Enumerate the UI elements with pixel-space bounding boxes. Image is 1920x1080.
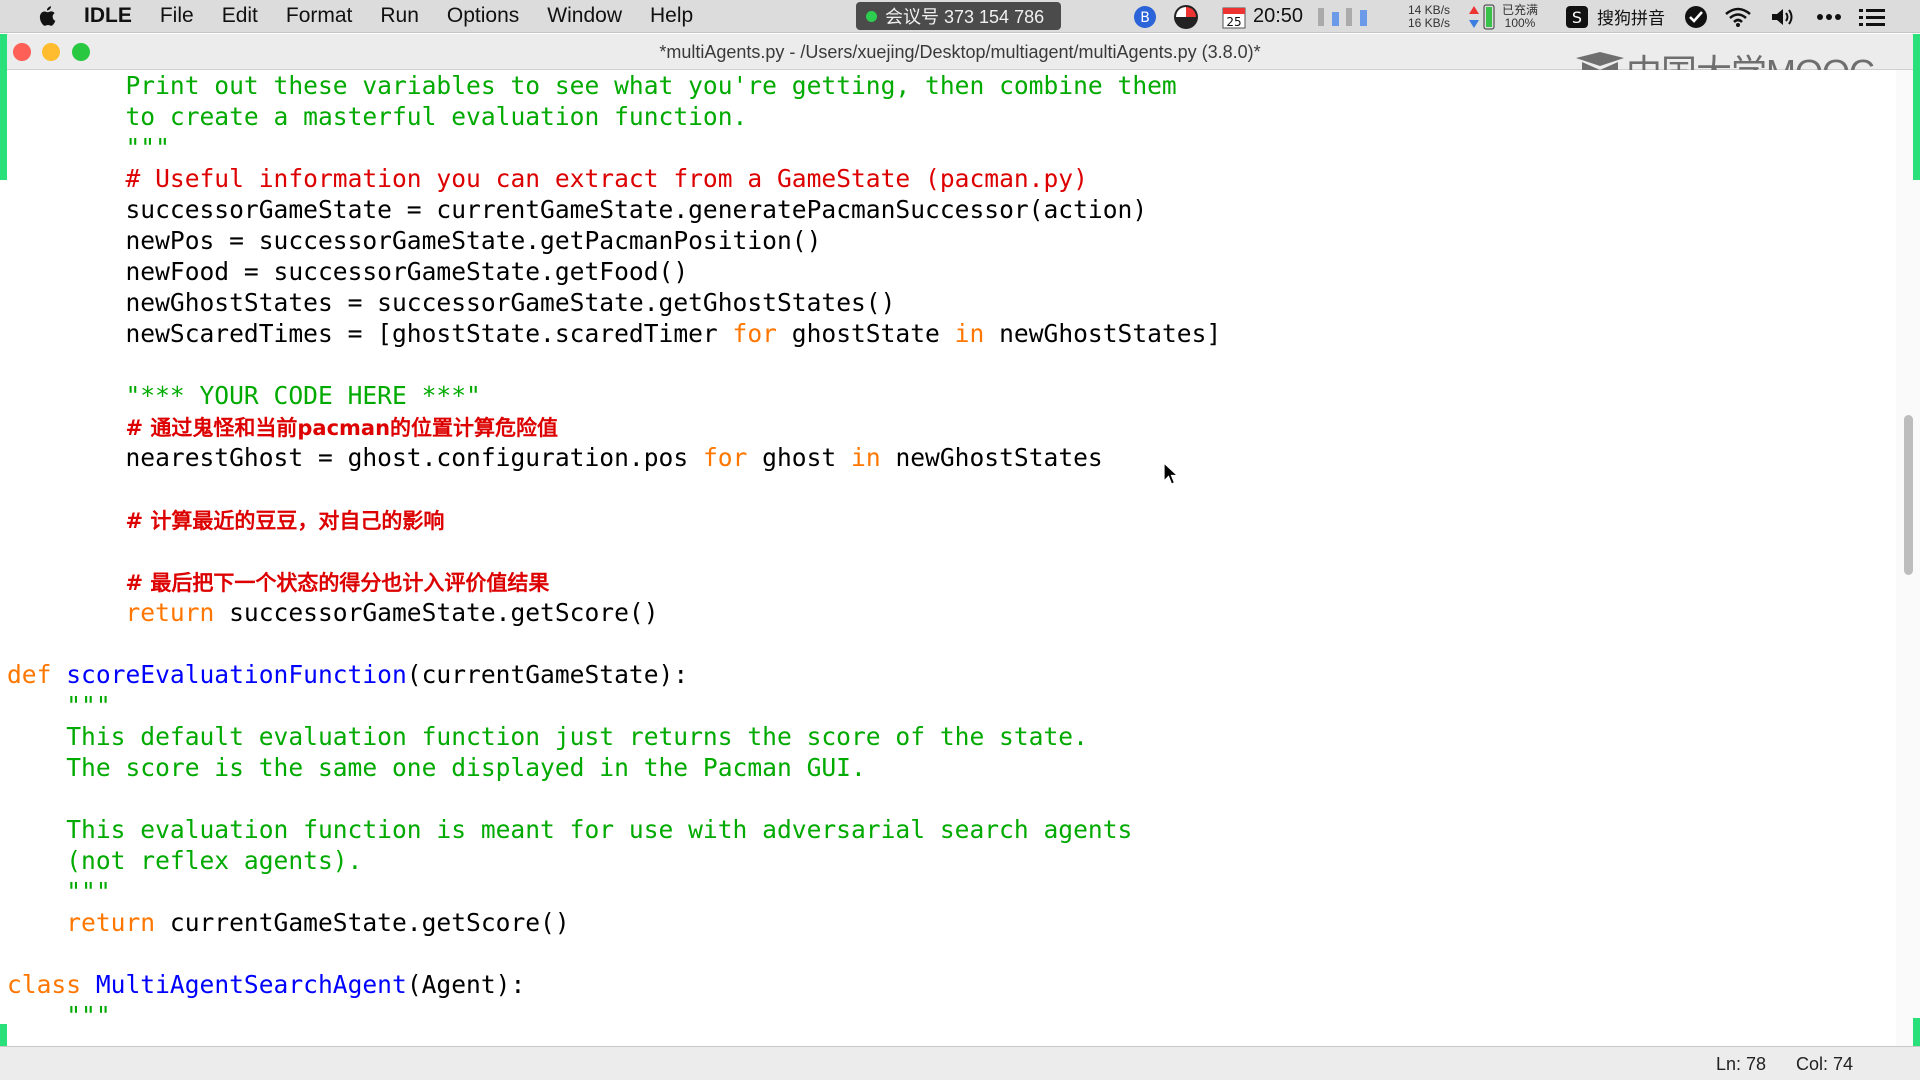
code-line: "*** YOUR CODE HERE ***" xyxy=(125,381,481,410)
recording-dot-icon xyxy=(866,10,877,22)
code-line: newScaredTimes = [ghostState.scaredTimer… xyxy=(125,319,1222,348)
mouse-pointer-icon xyxy=(1163,461,1180,491)
code-line: return successorGameState.getScore() xyxy=(125,598,659,627)
code-line: """ xyxy=(125,133,170,162)
menu-help[interactable]: Help xyxy=(650,4,693,28)
more-icon[interactable] xyxy=(1816,0,1842,33)
svg-text:25: 25 xyxy=(1226,15,1241,29)
code-line: newPos = successorGameState.getPacmanPos… xyxy=(125,226,822,255)
meeting-id: 会议号 373 154 786 xyxy=(885,7,1045,27)
input-method-label[interactable]: 搜狗拼音 xyxy=(1597,0,1665,33)
wifi-icon[interactable] xyxy=(1724,0,1752,33)
code-editor[interactable]: Print out these variables to see what yo… xyxy=(0,70,1900,1046)
code-line: nearestGhost = ghost.configuration.pos f… xyxy=(125,443,1103,472)
cpu-monitor-icon[interactable] xyxy=(1316,0,1370,33)
code-line: """ xyxy=(66,1001,111,1030)
clock[interactable]: 20:50 xyxy=(1253,0,1303,33)
menu-file[interactable]: File xyxy=(160,4,194,28)
battery-icon[interactable] xyxy=(1483,0,1495,33)
net-up: 14 KB/s xyxy=(1408,2,1451,17)
checkmark-circle-icon[interactable] xyxy=(1684,0,1708,33)
code-line: """ xyxy=(66,691,111,720)
code-line: # 通过鬼怪和当前pacman的位置计算危险值 xyxy=(125,416,559,440)
code-line: (not reflex agents). xyxy=(66,846,363,875)
sogou-icon[interactable]: S xyxy=(1565,0,1589,33)
menu-run[interactable]: Run xyxy=(380,4,419,28)
code-line: successorGameState = currentGameState.ge… xyxy=(125,195,1148,224)
code-line: This default evaluation function just re… xyxy=(66,722,1088,751)
code-line: # Useful information you can extract fro… xyxy=(125,164,1088,193)
app-menu-idle[interactable]: IDLE xyxy=(84,4,132,28)
calendar-icon[interactable]: 25 xyxy=(1222,0,1246,33)
screen-border-right-top xyxy=(1913,34,1920,180)
menu-format[interactable]: Format xyxy=(286,4,353,28)
meeting-indicator[interactable]: 会议号 373 154 786 xyxy=(856,2,1061,30)
code-line: The score is the same one displayed in t… xyxy=(66,753,866,782)
notification-center-icon[interactable] xyxy=(1858,0,1886,33)
code-line: return currentGameState.getScore() xyxy=(66,908,570,937)
menu-window[interactable]: Window xyxy=(547,4,622,28)
color-wheel-icon[interactable] xyxy=(1173,0,1199,33)
screen-border-left-top xyxy=(0,34,7,180)
bluetooth-icon[interactable]: B xyxy=(1133,0,1157,33)
code-line: class MultiAgentSearchAgent(Agent): xyxy=(7,970,526,999)
code-line: # 最后把下一个状态的得分也计入评价值结果 xyxy=(125,571,550,595)
code-line: This evaluation function is meant for us… xyxy=(66,815,1133,844)
menu-options[interactable]: Options xyxy=(447,4,519,28)
volume-icon[interactable] xyxy=(1770,0,1796,33)
code-line: # 计算最近的豆豆，对自己的影响 xyxy=(125,509,445,533)
battery-status: 已充满 100% xyxy=(1502,2,1539,30)
arrows-icon xyxy=(1468,0,1480,33)
code-line: to create a masterful evaluation functio… xyxy=(125,102,748,131)
svg-text:S: S xyxy=(1572,8,1582,27)
apple-icon[interactable] xyxy=(26,5,66,27)
menu-edit[interactable]: Edit xyxy=(222,4,258,28)
net-down: 16 KB/s xyxy=(1408,15,1451,30)
status-bar: Ln: 78 Col: 74 xyxy=(0,1046,1920,1080)
code-line: newFood = successorGameState.getFood() xyxy=(125,257,689,286)
code-line: newGhostStates = successorGameState.getG… xyxy=(125,288,896,317)
column-number: Col: 74 xyxy=(1796,1054,1854,1074)
svg-text:B: B xyxy=(1140,10,1150,26)
code-line: """ xyxy=(66,877,111,906)
scrollbar-thumb[interactable] xyxy=(1904,415,1913,575)
code-line: Print out these variables to see what yo… xyxy=(125,71,1177,100)
code-line: def scoreEvaluationFunction(currentGameS… xyxy=(7,660,689,689)
network-speed: 14 KB/s 16 KB/s xyxy=(1408,0,1450,33)
line-number: Ln: 78 xyxy=(1716,1054,1767,1074)
